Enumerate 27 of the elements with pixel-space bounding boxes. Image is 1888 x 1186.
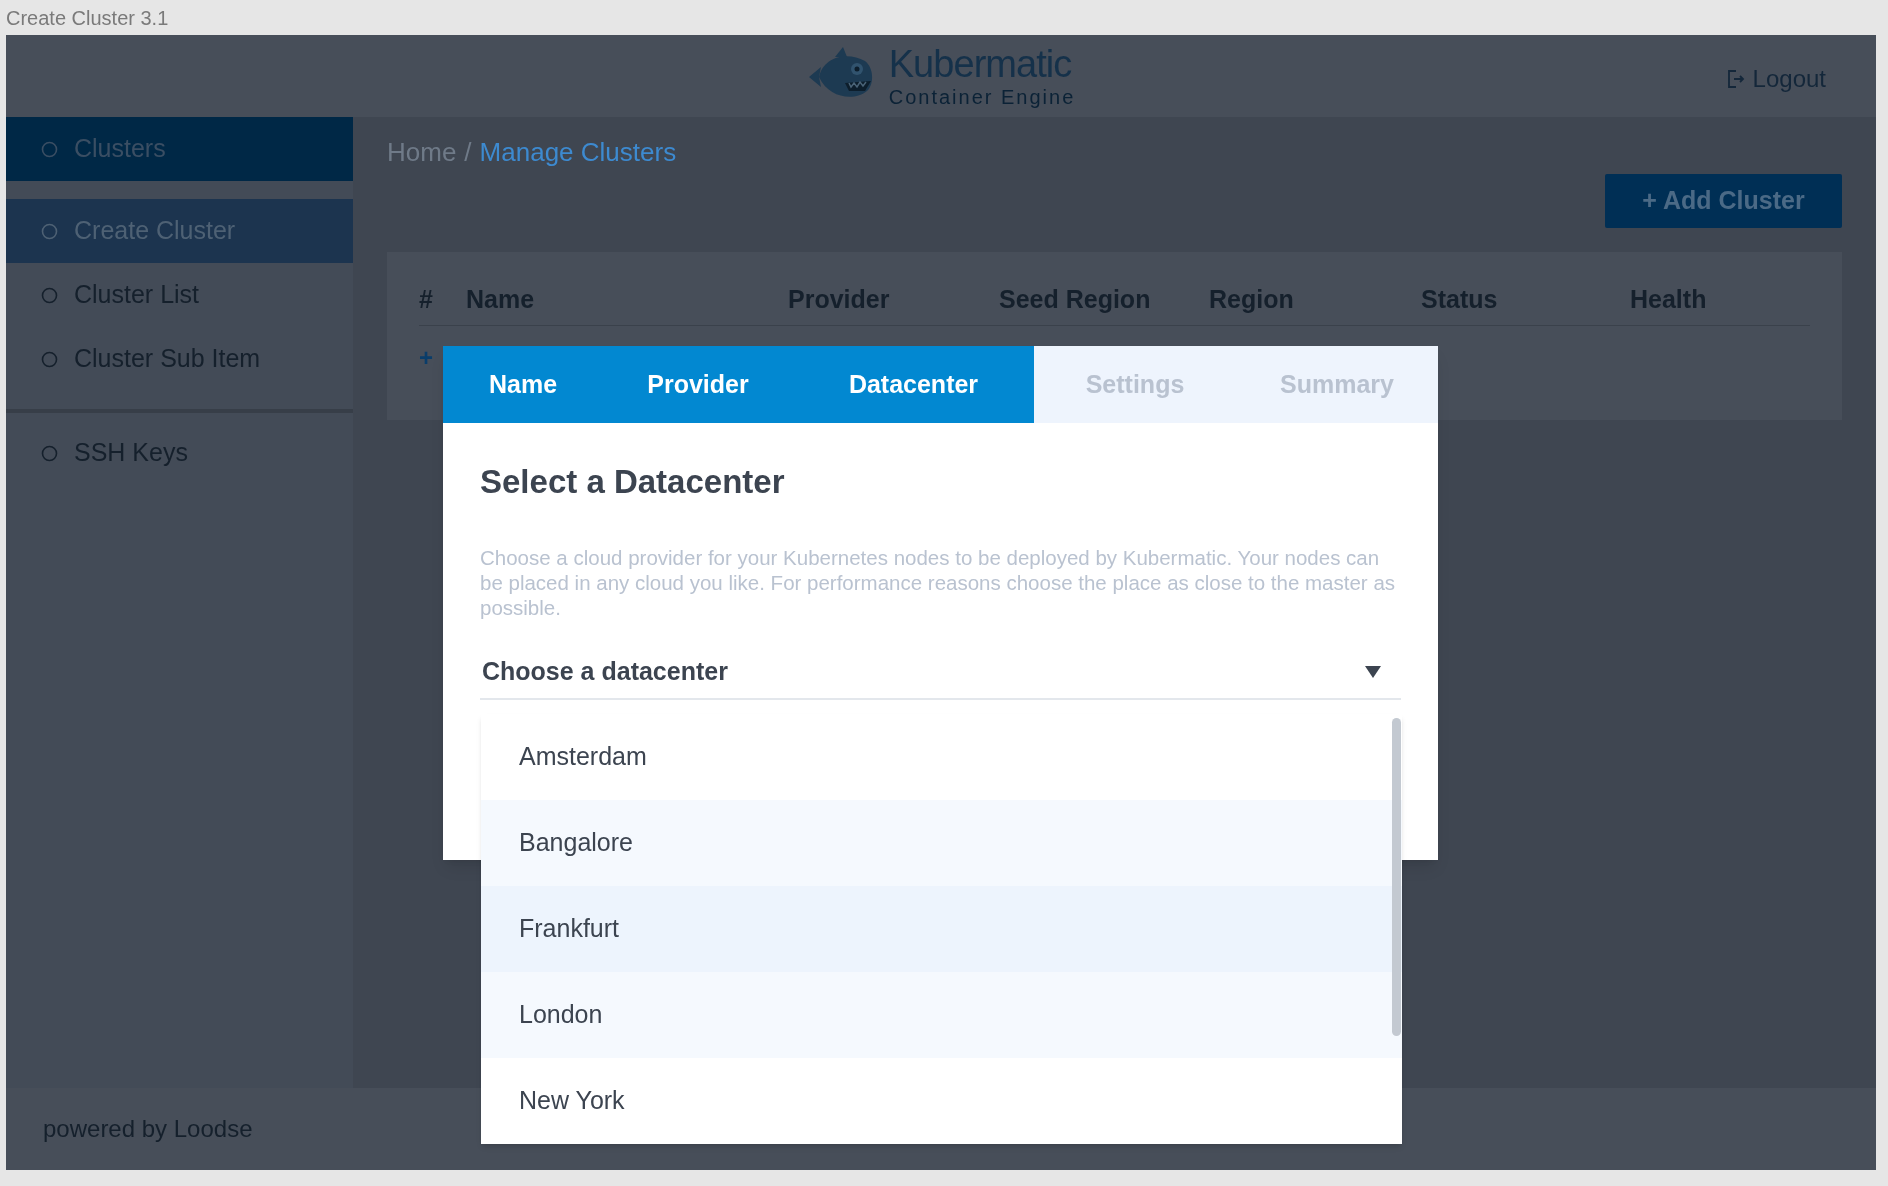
circle-icon (41, 140, 58, 158)
logo-subtitle: Container Engine (888, 87, 1076, 107)
scrollbar-thumb[interactable] (1392, 718, 1401, 1036)
dialog-description: Choose a cloud provider for your Kubernetes nodes to be deployed by Kubermatic. Your nodes can be placed in any cloud you like. For performance reasons choose the place as close to the master as possible. (480, 544, 1397, 620)
dropdown-option[interactable]: Frankfurt (481, 886, 1402, 972)
dialog-title: Select a Datacenter (480, 462, 786, 502)
caret-icon (1365, 665, 1381, 679)
breadcrumb-separator: / (464, 136, 472, 169)
logout-icon (1726, 69, 1745, 89)
add-cluster-button[interactable]: + Add Cluster (1605, 174, 1842, 228)
breadcrumb-link[interactable]: Manage Clusters (479, 133, 677, 172)
dropdown-option[interactable]: Amsterdam (481, 714, 1402, 800)
datacenter-select[interactable]: Choose a datacenter (480, 646, 1401, 700)
window-title: Create Cluster 3.1 (5, 5, 170, 31)
dropdown-option[interactable]: London (481, 972, 1402, 1058)
circle-icon (41, 444, 58, 462)
add-row-link[interactable]: + (419, 340, 433, 376)
column-header: # (419, 283, 434, 315)
circle-icon (41, 286, 58, 304)
wizard-tab[interactable]: Datacenter (793, 346, 1034, 423)
dropdown-option[interactable]: Bangalore (481, 800, 1402, 886)
sidebar-item[interactable]: Clusters (6, 117, 353, 181)
dropdown-option[interactable]: New York (481, 1058, 1402, 1144)
wizard-tab[interactable]: Provider (603, 346, 793, 423)
circle-icon (41, 222, 58, 240)
wizard-tab[interactable]: Name (443, 346, 603, 423)
circle-icon (41, 350, 58, 368)
